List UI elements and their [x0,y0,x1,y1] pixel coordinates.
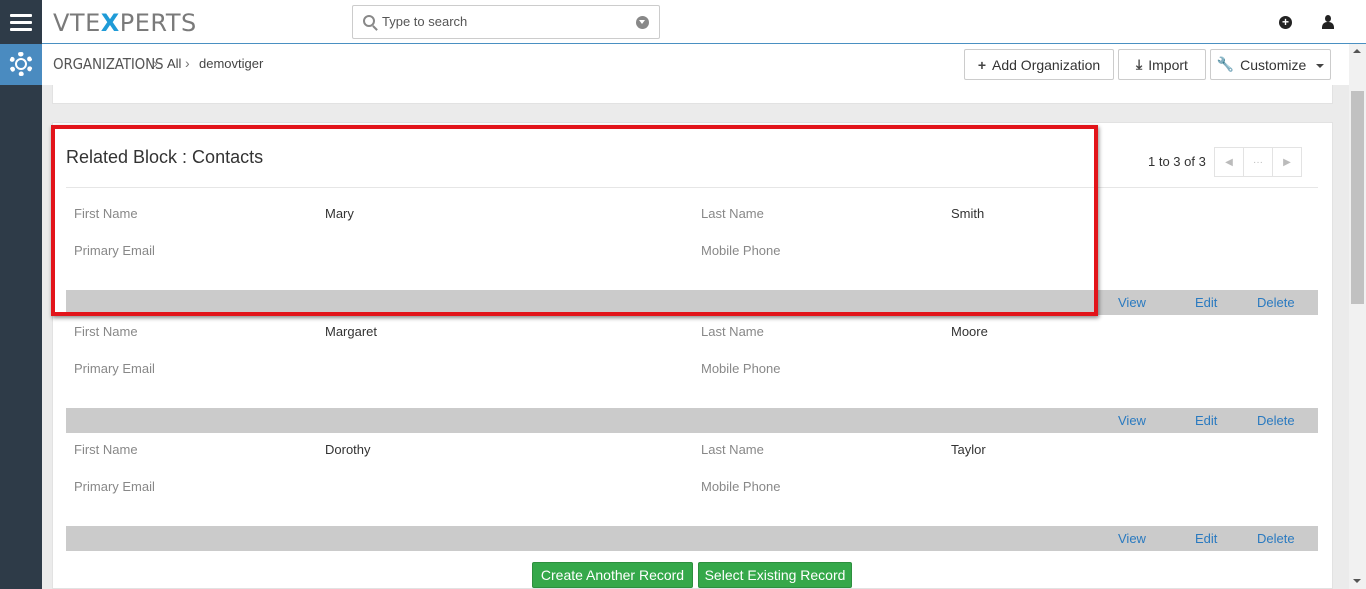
delete-link[interactable]: Delete [1257,531,1295,546]
field-label-primary-email: Primary Email [74,361,155,376]
edit-link[interactable]: Edit [1195,413,1217,428]
page-scrollbar[interactable] [1349,44,1366,589]
module-header: ORGANIZATIONS › All › demovtiger + Add O… [42,44,1366,85]
top-bar: VTEXPERTS + [0,0,1366,44]
field-label-first-name: First Name [74,442,138,457]
import-label: Import [1148,56,1188,73]
field-label-first-name: First Name [74,324,138,339]
create-another-record-button[interactable]: Create Another Record [532,562,693,588]
search-input[interactable] [382,14,622,29]
field-value-first-name: Dorothy [325,442,371,457]
wrench-icon: 🔧 [1216,56,1235,72]
edit-link[interactable]: Edit [1195,531,1217,546]
search-options-dropdown-icon[interactable] [636,16,649,29]
edit-link[interactable]: Edit [1195,295,1217,310]
chevron-right-icon: › [185,55,190,71]
caret-down-icon [1316,63,1325,68]
breadcrumb-module[interactable]: ORGANIZATIONS [53,55,164,73]
prev-page-icon[interactable]: ◀ [1215,148,1244,176]
hamburger-menu-icon[interactable] [0,0,42,44]
pagination-controls: ◀ ··· ▶ [1214,147,1302,177]
add-organization-label: Add Organization [992,56,1101,73]
pagination-info: 1 to 3 of 3 [1148,154,1206,169]
customize-button[interactable]: 🔧 Customize [1210,49,1331,80]
chevron-right-icon: › [153,55,158,71]
support-lifebuoy-icon[interactable] [0,44,42,85]
global-search[interactable] [352,5,660,39]
field-value-last-name: Taylor [951,442,986,457]
customize-label: Customize [1240,56,1307,73]
field-label-primary-email: Primary Email [74,479,155,494]
delete-link[interactable]: Delete [1257,413,1295,428]
view-link[interactable]: View [1118,295,1146,310]
page-jump-icon[interactable]: ··· [1244,148,1273,176]
user-profile-icon[interactable] [1321,15,1335,30]
view-link[interactable]: View [1118,413,1146,428]
delete-link[interactable]: Delete [1257,295,1295,310]
summary-card-bottom [52,85,1333,104]
breadcrumb-record: demovtiger [199,56,264,71]
add-organization-button[interactable]: + Add Organization [964,49,1114,80]
field-label-last-name: Last Name [701,324,764,339]
left-sidebar [0,44,42,589]
annotation-highlight-box [51,125,1098,316]
scroll-up-icon[interactable] [1353,49,1361,53]
scroll-down-icon[interactable] [1353,579,1361,583]
field-value-first-name: Margaret [325,324,378,339]
breadcrumb-filter[interactable]: All [167,56,181,71]
field-value-last-name: Moore [951,324,988,339]
search-icon [363,15,375,27]
quick-create-plus-icon[interactable]: + [1279,16,1292,29]
view-link[interactable]: View [1118,531,1146,546]
field-label-mobile-phone: Mobile Phone [701,479,781,494]
import-button[interactable]: ⤓ Import [1118,49,1206,80]
select-existing-record-button[interactable]: Select Existing Record [698,562,852,588]
vtexperts-logo[interactable]: VTEXPERTS [53,9,197,37]
next-page-icon[interactable]: ▶ [1273,148,1301,176]
download-icon: ⤓ [1136,56,1143,72]
scrollbar-thumb[interactable] [1351,91,1364,304]
field-label-mobile-phone: Mobile Phone [701,361,781,376]
field-label-last-name: Last Name [701,442,764,457]
plus-icon: + [977,56,986,73]
